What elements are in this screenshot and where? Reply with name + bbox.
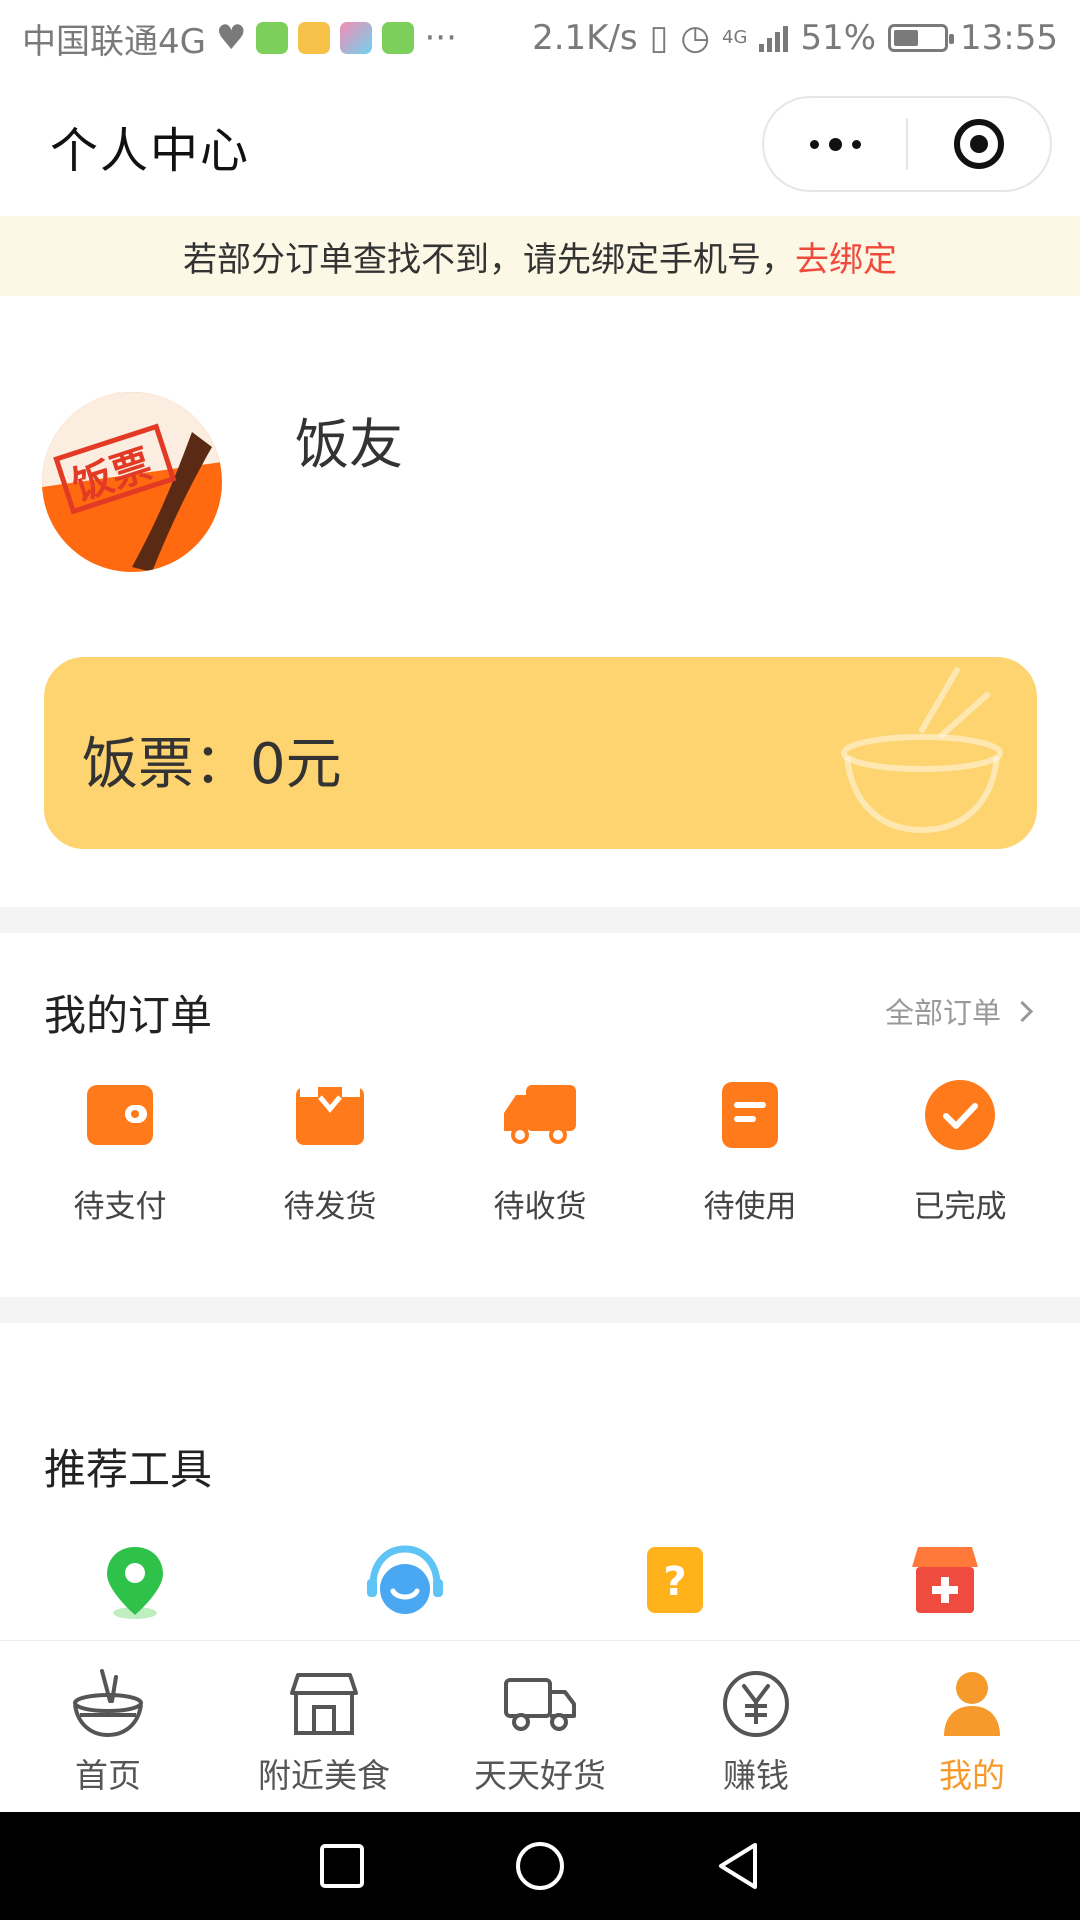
tab-daily-goods[interactable]: 天天好货 xyxy=(432,1641,648,1812)
video-app-icon xyxy=(340,22,373,54)
page-title: 个人中心 xyxy=(50,123,251,179)
tools-row: ? xyxy=(0,1545,1080,1625)
dot xyxy=(828,137,842,151)
network-speed: 2.1K/s xyxy=(532,18,638,58)
yen-icon xyxy=(717,1665,795,1743)
bottom-tab-bar: 首页 附近美食 天天好货 赚钱 我的 xyxy=(0,1640,1080,1812)
alarm-icon: ◷ xyxy=(680,18,711,58)
tab-mine[interactable]: 我的 xyxy=(864,1641,1080,1812)
tab-nearby-food[interactable]: 附近美食 xyxy=(216,1641,432,1812)
location-pin-icon xyxy=(107,1547,163,1619)
status-bar: 中国联通4G ♥ ··· 2.1K/s ▯ ◷ 4G 51% 13:55 xyxy=(0,0,1080,76)
check-circle-icon xyxy=(920,1075,1000,1155)
chevron-right-icon xyxy=(1011,1000,1034,1022)
wallet-icon xyxy=(80,1075,160,1155)
signal-icon xyxy=(759,24,789,52)
iqiyi-icon xyxy=(382,22,415,54)
home-button[interactable] xyxy=(515,1841,565,1891)
avatar[interactable]: 饭票 xyxy=(42,392,222,572)
more-menu-button[interactable] xyxy=(764,137,906,151)
notice-text: 若部分订单查找不到，请先绑定手机号， xyxy=(183,239,795,280)
order-pending-payment[interactable]: 待支付 xyxy=(15,1075,225,1226)
tool-store[interactable] xyxy=(810,1545,1080,1625)
all-orders-label: 全部订单 xyxy=(884,996,1001,1030)
package-icon xyxy=(290,1075,370,1155)
order-label: 待发货 xyxy=(283,1189,377,1225)
title-bar: 个人中心 xyxy=(0,76,1080,216)
order-label: 待使用 xyxy=(703,1189,797,1225)
tab-label: 附近美食 xyxy=(258,1756,390,1795)
close-mini-program-button[interactable] xyxy=(908,119,1050,169)
tool-help[interactable]: ? xyxy=(540,1545,810,1625)
target-icon xyxy=(954,119,1004,169)
svg-text:?: ? xyxy=(663,1559,686,1605)
shop-icon xyxy=(285,1665,363,1743)
dot xyxy=(809,139,819,149)
tab-earn-money[interactable]: 赚钱 xyxy=(648,1641,864,1812)
truck-icon xyxy=(501,1665,579,1743)
order-to-use[interactable]: 待使用 xyxy=(645,1075,855,1226)
orders-section-title: 我的订单 xyxy=(44,991,213,1040)
tab-label: 我的 xyxy=(939,1756,1005,1795)
meal-ticket-balance: 饭票：0元 xyxy=(82,732,342,797)
mini-program-capsule xyxy=(762,96,1052,192)
system-navigation-bar xyxy=(0,1812,1080,1920)
user-icon xyxy=(933,1665,1011,1743)
order-status-row: 待支付 待发货 待收货 待使用 已完成 xyxy=(0,1075,1080,1226)
tab-label: 赚钱 xyxy=(723,1756,789,1795)
dot xyxy=(851,139,861,149)
battery-percent: 51% xyxy=(800,18,877,58)
heart-icon: ♥ xyxy=(215,18,247,58)
personal-center-page: 中国联通4G ♥ ··· 2.1K/s ▯ ◷ 4G 51% 13:55 个人中… xyxy=(0,0,1080,1920)
weibo-icon xyxy=(298,22,331,54)
carrier-text: 中国联通4G xyxy=(22,21,206,62)
user-nickname: 饭友 xyxy=(295,413,403,476)
help-icon: ? xyxy=(647,1547,703,1613)
bowl-icon xyxy=(69,1665,147,1743)
order-label: 待支付 xyxy=(73,1189,167,1225)
tools-section-title: 推荐工具 xyxy=(44,1445,213,1494)
battery-icon xyxy=(888,24,955,52)
meal-ticket-card[interactable]: 饭票：0元 xyxy=(44,657,1037,849)
network-type: 4G xyxy=(722,27,748,48)
more-notifications-icon: ··· xyxy=(424,18,457,58)
tool-customer-service[interactable] xyxy=(270,1545,540,1625)
all-orders-link[interactable]: 全部订单 xyxy=(884,990,1034,1032)
tool-location[interactable] xyxy=(0,1545,270,1625)
bowl-chopsticks-icon xyxy=(841,667,1003,834)
recent-apps-button[interactable] xyxy=(319,1843,365,1889)
order-label: 待收货 xyxy=(493,1189,587,1225)
store-icon xyxy=(912,1547,978,1613)
tab-label: 首页 xyxy=(75,1756,141,1795)
section-divider xyxy=(0,1297,1080,1323)
order-pending-shipment[interactable]: 待发货 xyxy=(225,1075,435,1226)
truck-icon xyxy=(500,1075,580,1155)
order-label: 已完成 xyxy=(913,1189,1007,1225)
order-completed[interactable]: 已完成 xyxy=(855,1075,1065,1226)
customer-service-icon xyxy=(367,1545,443,1614)
order-pending-receipt[interactable]: 待收货 xyxy=(435,1075,645,1226)
iqiyi-icon xyxy=(256,22,289,54)
section-divider xyxy=(0,907,1080,933)
bind-phone-link[interactable]: 去绑定 xyxy=(795,232,897,281)
tab-label: 天天好货 xyxy=(474,1756,606,1795)
document-icon xyxy=(710,1075,790,1155)
back-button[interactable] xyxy=(715,1841,761,1891)
tab-home[interactable]: 首页 xyxy=(0,1641,216,1812)
clock-time: 13:55 xyxy=(960,18,1058,58)
bind-phone-notice: 若部分订单查找不到，请先绑定手机号， 去绑定 xyxy=(0,216,1080,296)
vibrate-icon: ▯ xyxy=(649,18,669,58)
ticket-avatar-image: 饭票 xyxy=(42,392,222,572)
